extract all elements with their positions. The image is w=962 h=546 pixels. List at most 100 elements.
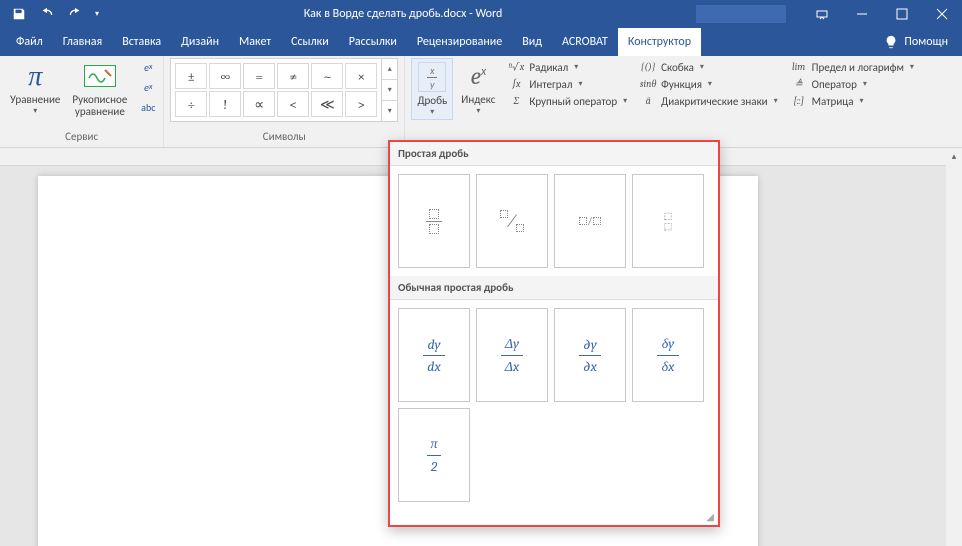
fraction-linear[interactable]: / (554, 174, 626, 268)
resize-grip-icon[interactable]: ◢ (390, 510, 718, 525)
symbol-scroll: ▴ ▾ ▾ (382, 58, 398, 122)
symbol-infinity[interactable]: ∞ (209, 63, 241, 89)
maximize-button[interactable] (882, 0, 922, 28)
chevron-down-icon: ▾ (430, 107, 434, 117)
tab-insert[interactable]: Вставка (112, 28, 171, 56)
radical-button[interactable]: ⁿ√xРадикал▾ (507, 60, 627, 74)
symbol-divide[interactable]: ÷ (175, 91, 207, 117)
fraction-pi-2[interactable]: π2 (398, 408, 470, 502)
vertical-scrollbar[interactable]: ▴ (946, 148, 962, 546)
bracket-icon: {()} (639, 60, 657, 74)
save-button[interactable] (6, 2, 32, 26)
symbol-grid: ± ∞ = ≠ ~ × ÷ ! ∝ < ≪ > (170, 58, 382, 122)
ink-equation-label: Рукописное уравнение (72, 94, 127, 118)
qat-customize[interactable]: ▾ (90, 2, 104, 26)
linear-icon[interactable]: ex (139, 78, 157, 96)
ink-equation-icon (84, 65, 116, 87)
fraction-small[interactable] (632, 174, 704, 268)
index-icon: ex (471, 62, 487, 90)
fraction-small-delta-y-x[interactable]: δyδx (632, 308, 704, 402)
undo-button[interactable] (34, 2, 60, 26)
symbol-proportional[interactable]: ∝ (243, 91, 275, 117)
equation-button[interactable]: π Уравнение ▾ (6, 58, 64, 118)
symbol-times[interactable]: × (345, 63, 377, 89)
chevron-down-icon: ▾ (476, 106, 480, 116)
close-button[interactable] (922, 0, 962, 28)
symbol-much-less[interactable]: ≪ (311, 91, 343, 117)
function-button[interactable]: sinθФункция▾ (639, 77, 778, 91)
abc-text-button[interactable]: abc (139, 98, 157, 116)
pi-icon: π (28, 60, 42, 93)
bracket-button[interactable]: {()}Скобка▾ (639, 60, 778, 74)
tab-references[interactable]: Ссылки (281, 28, 339, 56)
tab-acrobat[interactable]: ACROBAT (552, 28, 618, 56)
operator-button[interactable]: ≜Оператор▾ (790, 77, 914, 91)
accent-icon: ä (639, 94, 657, 108)
fraction-dy-dx[interactable]: dydx (398, 308, 470, 402)
group-tools: π Уравнение ▾ Рукописное уравнение ex ex… (0, 56, 164, 147)
symbol-equals[interactable]: = (243, 63, 275, 89)
symbol-less[interactable]: < (277, 91, 309, 117)
lightbulb-icon (884, 35, 898, 49)
group-structures: xy Дробь ▾ ex Индекс ▾ ⁿ√xРадикал▾ ∫xИнт… (405, 56, 962, 147)
limit-icon: lim (790, 60, 808, 74)
tell-me-help[interactable]: Помощн (874, 28, 958, 56)
symbol-factorial[interactable]: ! (209, 91, 241, 117)
group-symbols: ± ∞ = ≠ ~ × ÷ ! ∝ < ≪ > ▴ ▾ ▾ (164, 56, 405, 147)
struct-col-3: limПредел и логарифм▾ ≜Оператор▾ [::]Мат… (786, 58, 918, 110)
limit-button[interactable]: limПредел и логарифм▾ (790, 60, 914, 74)
ribbon-options-button[interactable] (802, 0, 842, 28)
fraction-section1-header: Простая дробь (390, 142, 718, 166)
professional-icon[interactable]: ex (139, 58, 157, 76)
tab-home[interactable]: Главная (53, 28, 112, 56)
fraction-dropdown-panel: Простая дробь ⁄ / Обычная простая дробь … (388, 140, 720, 527)
tab-design[interactable]: Дизайн (171, 28, 229, 56)
tab-mailings[interactable]: Рассылки (339, 28, 407, 56)
symbol-scroll-up[interactable]: ▴ (382, 59, 397, 80)
fraction-skewed[interactable]: ⁄ (476, 174, 548, 268)
redo-button[interactable] (62, 2, 88, 26)
scroll-up-arrow[interactable]: ▴ (946, 148, 962, 164)
window-controls (696, 0, 962, 28)
matrix-button[interactable]: [::]Матрица▾ (790, 94, 914, 108)
fraction-icon: xy (418, 62, 446, 92)
symbol-tilde[interactable]: ~ (311, 63, 343, 89)
symbol-expand[interactable]: ▾ (382, 101, 397, 121)
window-title: Как в Ворде сделать дробь.docx - Word (110, 7, 696, 21)
fraction-label: Дробь (417, 95, 447, 107)
account-area[interactable] (696, 5, 786, 23)
symbol-scroll-down[interactable]: ▾ (382, 80, 397, 101)
fraction-section2-header: Обычная простая дробь (390, 276, 718, 300)
fraction-button[interactable]: xy Дробь ▾ (411, 58, 453, 120)
struct-col-1: ⁿ√xРадикал▾ ∫xИнтеграл▾ ΣКрупный операто… (503, 58, 631, 110)
symbol-not-equals[interactable]: ≠ (277, 63, 309, 89)
group-symbols-label: Символы (170, 130, 398, 145)
symbol-greater[interactable]: > (345, 91, 377, 117)
matrix-icon: [::] (790, 94, 808, 108)
minimize-button[interactable] (842, 0, 882, 28)
tab-review[interactable]: Рецензирование (407, 28, 512, 56)
tab-view[interactable]: Вид (512, 28, 552, 56)
fraction-stacked[interactable] (398, 174, 470, 268)
fraction-delta-y-x[interactable]: ΔyΔx (476, 308, 548, 402)
fraction-partial-y-x[interactable]: ∂y∂x (554, 308, 626, 402)
ink-equation-button[interactable]: Рукописное уравнение (68, 58, 131, 120)
function-icon: sinθ (639, 77, 657, 91)
chevron-down-icon: ▾ (33, 106, 37, 116)
tab-constructor[interactable]: Конструктор (618, 28, 701, 56)
tab-layout[interactable]: Макет (229, 28, 281, 56)
integral-button[interactable]: ∫xИнтеграл▾ (507, 77, 627, 91)
accent-button[interactable]: äДиакритические знаки▾ (639, 94, 778, 108)
ribbon-tabs: Файл Главная Вставка Дизайн Макет Ссылки… (0, 28, 962, 56)
index-button[interactable]: ex Индекс ▾ (457, 58, 499, 118)
equation-label: Уравнение (10, 94, 60, 106)
title-bar: ▾ Как в Ворде сделать дробь.docx - Word (0, 0, 962, 28)
quick-access-toolbar: ▾ (0, 2, 110, 26)
ribbon: π Уравнение ▾ Рукописное уравнение ex ex… (0, 56, 962, 148)
sigma-icon: Σ (507, 94, 525, 108)
large-operator-button[interactable]: ΣКрупный оператор▾ (507, 94, 627, 108)
fraction-simple-grid: ⁄ / (390, 166, 718, 276)
symbol-plusminus[interactable]: ± (175, 63, 207, 89)
radical-icon: ⁿ√x (507, 60, 525, 74)
tab-file[interactable]: Файл (6, 28, 53, 56)
